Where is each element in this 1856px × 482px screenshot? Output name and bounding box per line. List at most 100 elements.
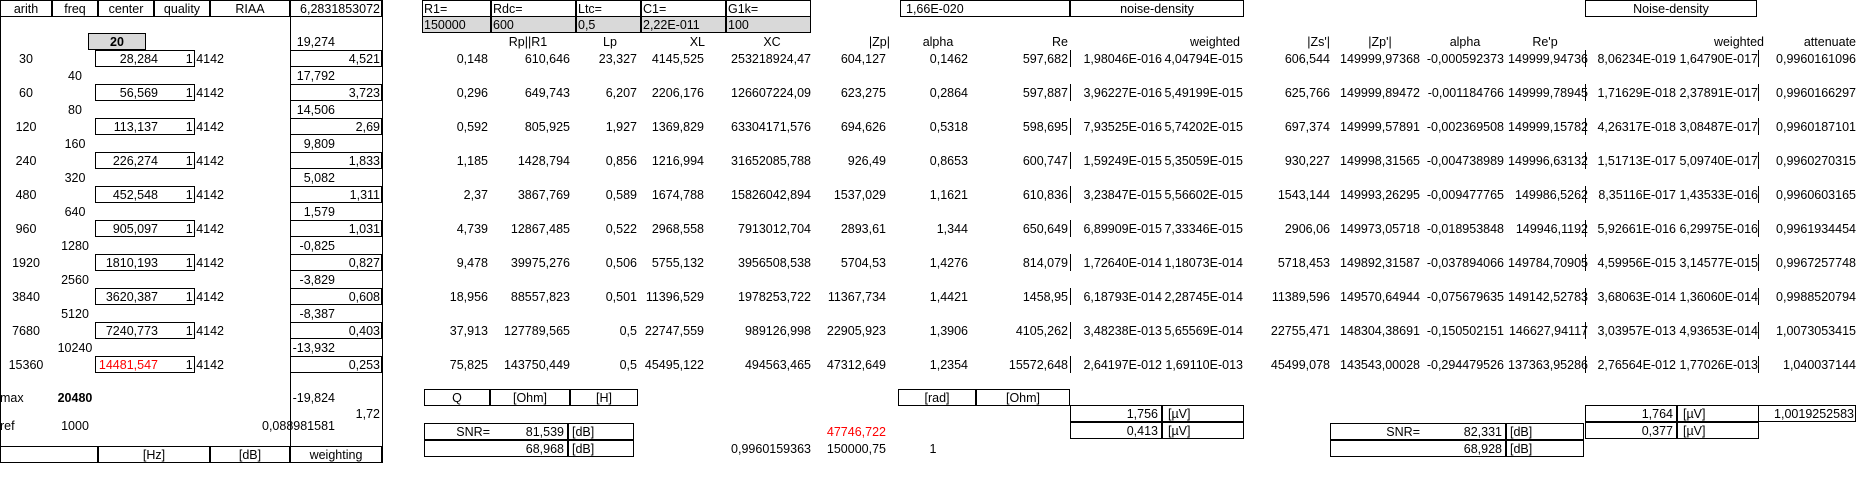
q-value[interactable]: 37,913 xyxy=(430,323,488,339)
unit-uv[interactable]: [µV] xyxy=(1683,423,1753,439)
unit-h[interactable]: [H] xyxy=(570,390,638,406)
riaa-value[interactable]: 9,809 xyxy=(230,136,335,152)
arith-value[interactable]: 7680 xyxy=(0,323,52,339)
re-value[interactable]: 814,079 xyxy=(968,255,1068,271)
noise-density-value[interactable]: 3,48238E-013 xyxy=(1070,323,1162,339)
noise-density-value[interactable]: 2,64197E-012 xyxy=(1070,357,1162,373)
rep-prime-value[interactable]: 149784,70905 xyxy=(1502,255,1588,271)
zp-value[interactable]: 47312,649 xyxy=(806,357,886,373)
weighted-value[interactable]: 1,18073E-014 xyxy=(1160,255,1243,271)
q-value[interactable]: 0,148 xyxy=(430,51,488,67)
alpha-prime-value[interactable]: -0,018953848 xyxy=(1418,221,1504,237)
alpha-value[interactable]: 1,4276 xyxy=(898,255,968,271)
re-value[interactable]: 610,836 xyxy=(968,187,1068,203)
weighted-2-value[interactable]: 5,09740E-017 xyxy=(1674,153,1758,169)
zp-value[interactable]: 694,626 xyxy=(806,119,886,135)
rp-value[interactable]: 1428,794 xyxy=(490,153,570,169)
alpha-value[interactable]: 1,344 xyxy=(898,221,968,237)
rep-prime-value[interactable]: 149996,63132 xyxy=(1502,153,1588,169)
re-value[interactable]: 600,747 xyxy=(968,153,1068,169)
riaa-value[interactable]: 5,082 xyxy=(230,170,335,186)
arith-value[interactable]: 960 xyxy=(0,221,52,237)
xc-value[interactable]: 253218924,47 xyxy=(706,51,811,67)
weighted-2-value[interactable]: 2,37891E-017 xyxy=(1674,85,1758,101)
unit-weighting[interactable]: weighting xyxy=(290,447,382,463)
q-value[interactable]: 18,956 xyxy=(430,289,488,305)
freq-value[interactable]: 160 xyxy=(52,136,98,152)
noise-density-2-value[interactable]: 5,92661E-016 xyxy=(1586,221,1676,237)
riaa-value[interactable]: -0,825 xyxy=(230,238,335,254)
arith-value[interactable]: 60 xyxy=(0,85,52,101)
unit-uv[interactable]: [µV] xyxy=(1168,406,1238,422)
re-value[interactable]: 597,887 xyxy=(968,85,1068,101)
weighted-2-value[interactable]: 6,29975E-016 xyxy=(1674,221,1758,237)
zp-prime-value[interactable]: 149999,57891 xyxy=(1332,119,1420,135)
zp-prime-value[interactable]: 149999,89472 xyxy=(1332,85,1420,101)
header-xc[interactable]: XC xyxy=(732,34,812,50)
rep-prime-value[interactable]: 149999,78945 xyxy=(1502,85,1588,101)
freq-first[interactable]: 20 xyxy=(88,34,146,50)
zp-value[interactable]: 2893,61 xyxy=(806,221,886,237)
q-value[interactable]: 0,592 xyxy=(430,119,488,135)
riaa-value[interactable]: 14,506 xyxy=(230,102,335,118)
freq-value[interactable]: 10240 xyxy=(52,340,98,356)
arith-value[interactable]: 1920 xyxy=(0,255,52,271)
noise-density-2-value[interactable]: 8,35116E-017 xyxy=(1586,187,1676,203)
alpha-value[interactable]: 1,3906 xyxy=(898,323,968,339)
snr-label[interactable]: SNR= xyxy=(424,424,490,440)
header-rep-prime[interactable]: Re'p xyxy=(1505,34,1585,50)
attenuate-value[interactable]: 0,9960270315 xyxy=(1758,153,1856,169)
rep-prime-value[interactable]: 149986,5262 xyxy=(1502,187,1588,203)
rep-prime-value[interactable]: 149999,15782 xyxy=(1502,119,1588,135)
param-value-rdc[interactable]: 600 xyxy=(493,17,574,33)
xc-value[interactable]: 989126,998 xyxy=(706,323,811,339)
noise-density-2-value[interactable]: 2,76564E-012 xyxy=(1586,357,1676,373)
re-value[interactable]: 650,649 xyxy=(968,221,1068,237)
xc-value[interactable]: 126607224,09 xyxy=(706,85,811,101)
header-re[interactable]: Re xyxy=(988,34,1068,50)
q-value[interactable]: 75,825 xyxy=(430,357,488,373)
freq-value[interactable]: 1280 xyxy=(52,238,98,254)
weighted-2-value[interactable]: 1,43533E-016 xyxy=(1674,187,1758,203)
riaa-max[interactable]: -19,824 xyxy=(230,390,335,406)
attenuate-value[interactable]: 1,040037144 xyxy=(1758,357,1856,373)
noise-density-2-value[interactable]: 8,06234E-019 xyxy=(1586,51,1676,67)
xl-value[interactable]: 1369,829 xyxy=(636,119,704,135)
rp-value[interactable]: 3867,769 xyxy=(490,187,570,203)
unit-uv[interactable]: [µV] xyxy=(1168,423,1238,439)
rp-value[interactable]: 805,925 xyxy=(490,119,570,135)
zp-value[interactable]: 11367,734 xyxy=(806,289,886,305)
re-value[interactable]: 1458,95 xyxy=(968,289,1068,305)
snr-value-3[interactable]: 82,331 xyxy=(1420,424,1502,440)
attenuate-value[interactable]: 0,9960603165 xyxy=(1758,187,1856,203)
xc-value[interactable]: 31652085,788 xyxy=(706,153,811,169)
noise-density-value[interactable]: 3,23847E-015 xyxy=(1070,187,1162,203)
freq-value[interactable]: 5120 xyxy=(52,306,98,322)
weighted-value[interactable]: 1,69110E-013 xyxy=(1160,357,1243,373)
xc-value[interactable]: 3956508,538 xyxy=(706,255,811,271)
unit-db[interactable]: [dB] xyxy=(1510,441,1560,457)
rp-value[interactable]: 39975,276 xyxy=(490,255,570,271)
xl-value[interactable]: 45495,122 xyxy=(636,357,704,373)
zp-value[interactable]: 1537,029 xyxy=(806,187,886,203)
max-label[interactable]: max xyxy=(0,390,40,406)
weighted-value[interactable]: 5,56602E-015 xyxy=(1160,187,1243,203)
zp-value[interactable]: 22905,923 xyxy=(806,323,886,339)
rep-prime-value[interactable]: 149142,52783 xyxy=(1502,289,1588,305)
re-value[interactable]: 597,682 xyxy=(968,51,1068,67)
weighted-2-value[interactable]: 3,08487E-017 xyxy=(1674,119,1758,135)
header-weighted-2[interactable]: weighted xyxy=(1680,34,1764,50)
rep-prime-value[interactable]: 149946,1192 xyxy=(1502,221,1588,237)
weighted-value[interactable]: 4,04794E-015 xyxy=(1160,51,1243,67)
xl-value[interactable]: 22747,559 xyxy=(636,323,704,339)
q-value[interactable]: 4,739 xyxy=(430,221,488,237)
alpha-prime-value[interactable]: -0,294479526 xyxy=(1418,357,1504,373)
weighted-value[interactable]: 5,49199E-015 xyxy=(1160,85,1243,101)
alpha-value[interactable]: 0,2864 xyxy=(898,85,968,101)
unit-uv[interactable]: [µV] xyxy=(1683,406,1753,422)
ratio-value[interactable]: 0,9960159363 xyxy=(706,441,811,457)
param-value-r1[interactable]: 150000 xyxy=(424,17,489,33)
ref-label[interactable]: ref xyxy=(0,418,40,434)
zs-prime-value[interactable]: 11389,596 xyxy=(1247,289,1330,305)
lp-value[interactable]: 0,5 xyxy=(575,357,637,373)
